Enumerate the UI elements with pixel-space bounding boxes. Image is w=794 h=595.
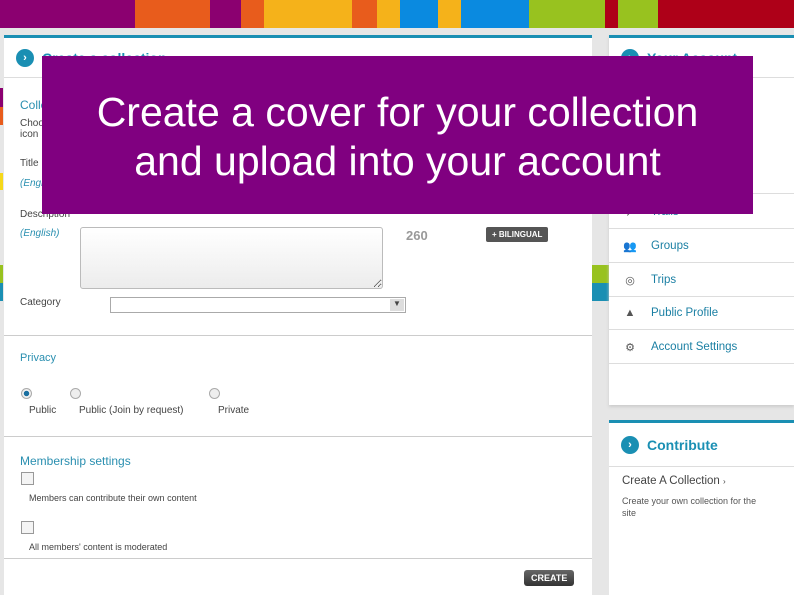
top-color-bar <box>0 0 794 28</box>
stripe <box>592 265 609 283</box>
membership-heading: Membership settings <box>20 454 131 468</box>
contribute-description: Create your own collection for the site <box>622 496 757 518</box>
radio-label: Public <box>29 405 57 416</box>
chevron-right-icon: › <box>16 48 34 67</box>
checkbox-label: All members' content is moderated <box>29 542 168 552</box>
description-input[interactable] <box>80 227 383 289</box>
checkbox-label: Members can contribute their own content <box>29 493 197 503</box>
color-segment <box>400 0 438 28</box>
stripe <box>0 173 3 190</box>
person-icon: ▲ <box>624 307 636 319</box>
divider <box>4 335 592 336</box>
radio-public[interactable] <box>21 388 32 399</box>
overlay-caption: Create a cover for your collection and u… <box>42 56 753 214</box>
radio-public-join[interactable] <box>70 388 81 399</box>
stripe <box>0 107 3 125</box>
color-segment <box>264 0 352 28</box>
stripe <box>592 283 609 301</box>
nav-item-account-settings[interactable]: ⚙ Account Settings <box>609 331 794 364</box>
color-segment <box>658 0 794 28</box>
nav-item-trips[interactable]: ◎ Trips <box>609 264 794 297</box>
divider <box>4 436 592 437</box>
char-count: 260 <box>406 228 428 243</box>
color-segment <box>529 0 605 28</box>
compass-icon: ◎ <box>625 274 635 287</box>
category-label: Category <box>20 297 61 308</box>
contribute-panel: › Contribute Create A Collection › Create… <box>609 420 794 595</box>
description-language: (English) <box>20 228 60 239</box>
privacy-heading: Privacy <box>20 352 57 364</box>
chevron-down-icon: ▼ <box>390 299 404 311</box>
color-segment <box>352 0 377 28</box>
radio-private[interactable] <box>209 388 220 399</box>
category-select[interactable]: ▼ <box>110 297 406 313</box>
stripe <box>0 88 3 107</box>
checkbox-contribute[interactable] <box>21 472 34 485</box>
caption-line: Create a cover for your collection <box>96 89 699 135</box>
panel-title: Contribute <box>647 436 718 453</box>
nav-item-public-profile[interactable]: ▲ Public Profile <box>609 297 794 330</box>
color-segment <box>0 0 135 28</box>
color-segment <box>618 0 658 28</box>
groups-icon: 👥 <box>623 240 637 253</box>
caption-line: and upload into your account <box>134 138 661 184</box>
color-segment <box>461 0 529 28</box>
nav-label: Public Profile <box>651 307 719 319</box>
stripe <box>0 283 3 301</box>
radio-label: Public (Join by request) <box>79 405 184 416</box>
color-segment <box>377 0 400 28</box>
create-button[interactable]: CREATE <box>524 570 575 586</box>
bilingual-button[interactable]: + BILINGUAL <box>486 227 549 242</box>
color-segment <box>438 0 461 28</box>
gear-icon: ⚙ <box>625 341 635 354</box>
color-segment <box>135 0 210 28</box>
nav-label: Account Settings <box>651 341 738 353</box>
divider <box>4 558 592 559</box>
create-collection-link[interactable]: Create A Collection › <box>622 475 726 487</box>
color-segment <box>210 0 241 28</box>
checkbox-moderated[interactable] <box>21 521 34 534</box>
nav-label: Groups <box>651 240 689 252</box>
nav-item-groups[interactable]: 👥 Groups <box>609 230 794 263</box>
radio-label: Private <box>218 405 250 416</box>
color-segment <box>241 0 264 28</box>
nav-label: Trips <box>651 274 677 286</box>
link-label: Create A Collection <box>622 475 720 487</box>
title-label: Title <box>20 158 39 169</box>
stripe <box>0 265 3 283</box>
color-segment <box>605 0 618 28</box>
icon-label: icon <box>20 129 39 140</box>
chevron-right-icon: › <box>621 435 639 454</box>
